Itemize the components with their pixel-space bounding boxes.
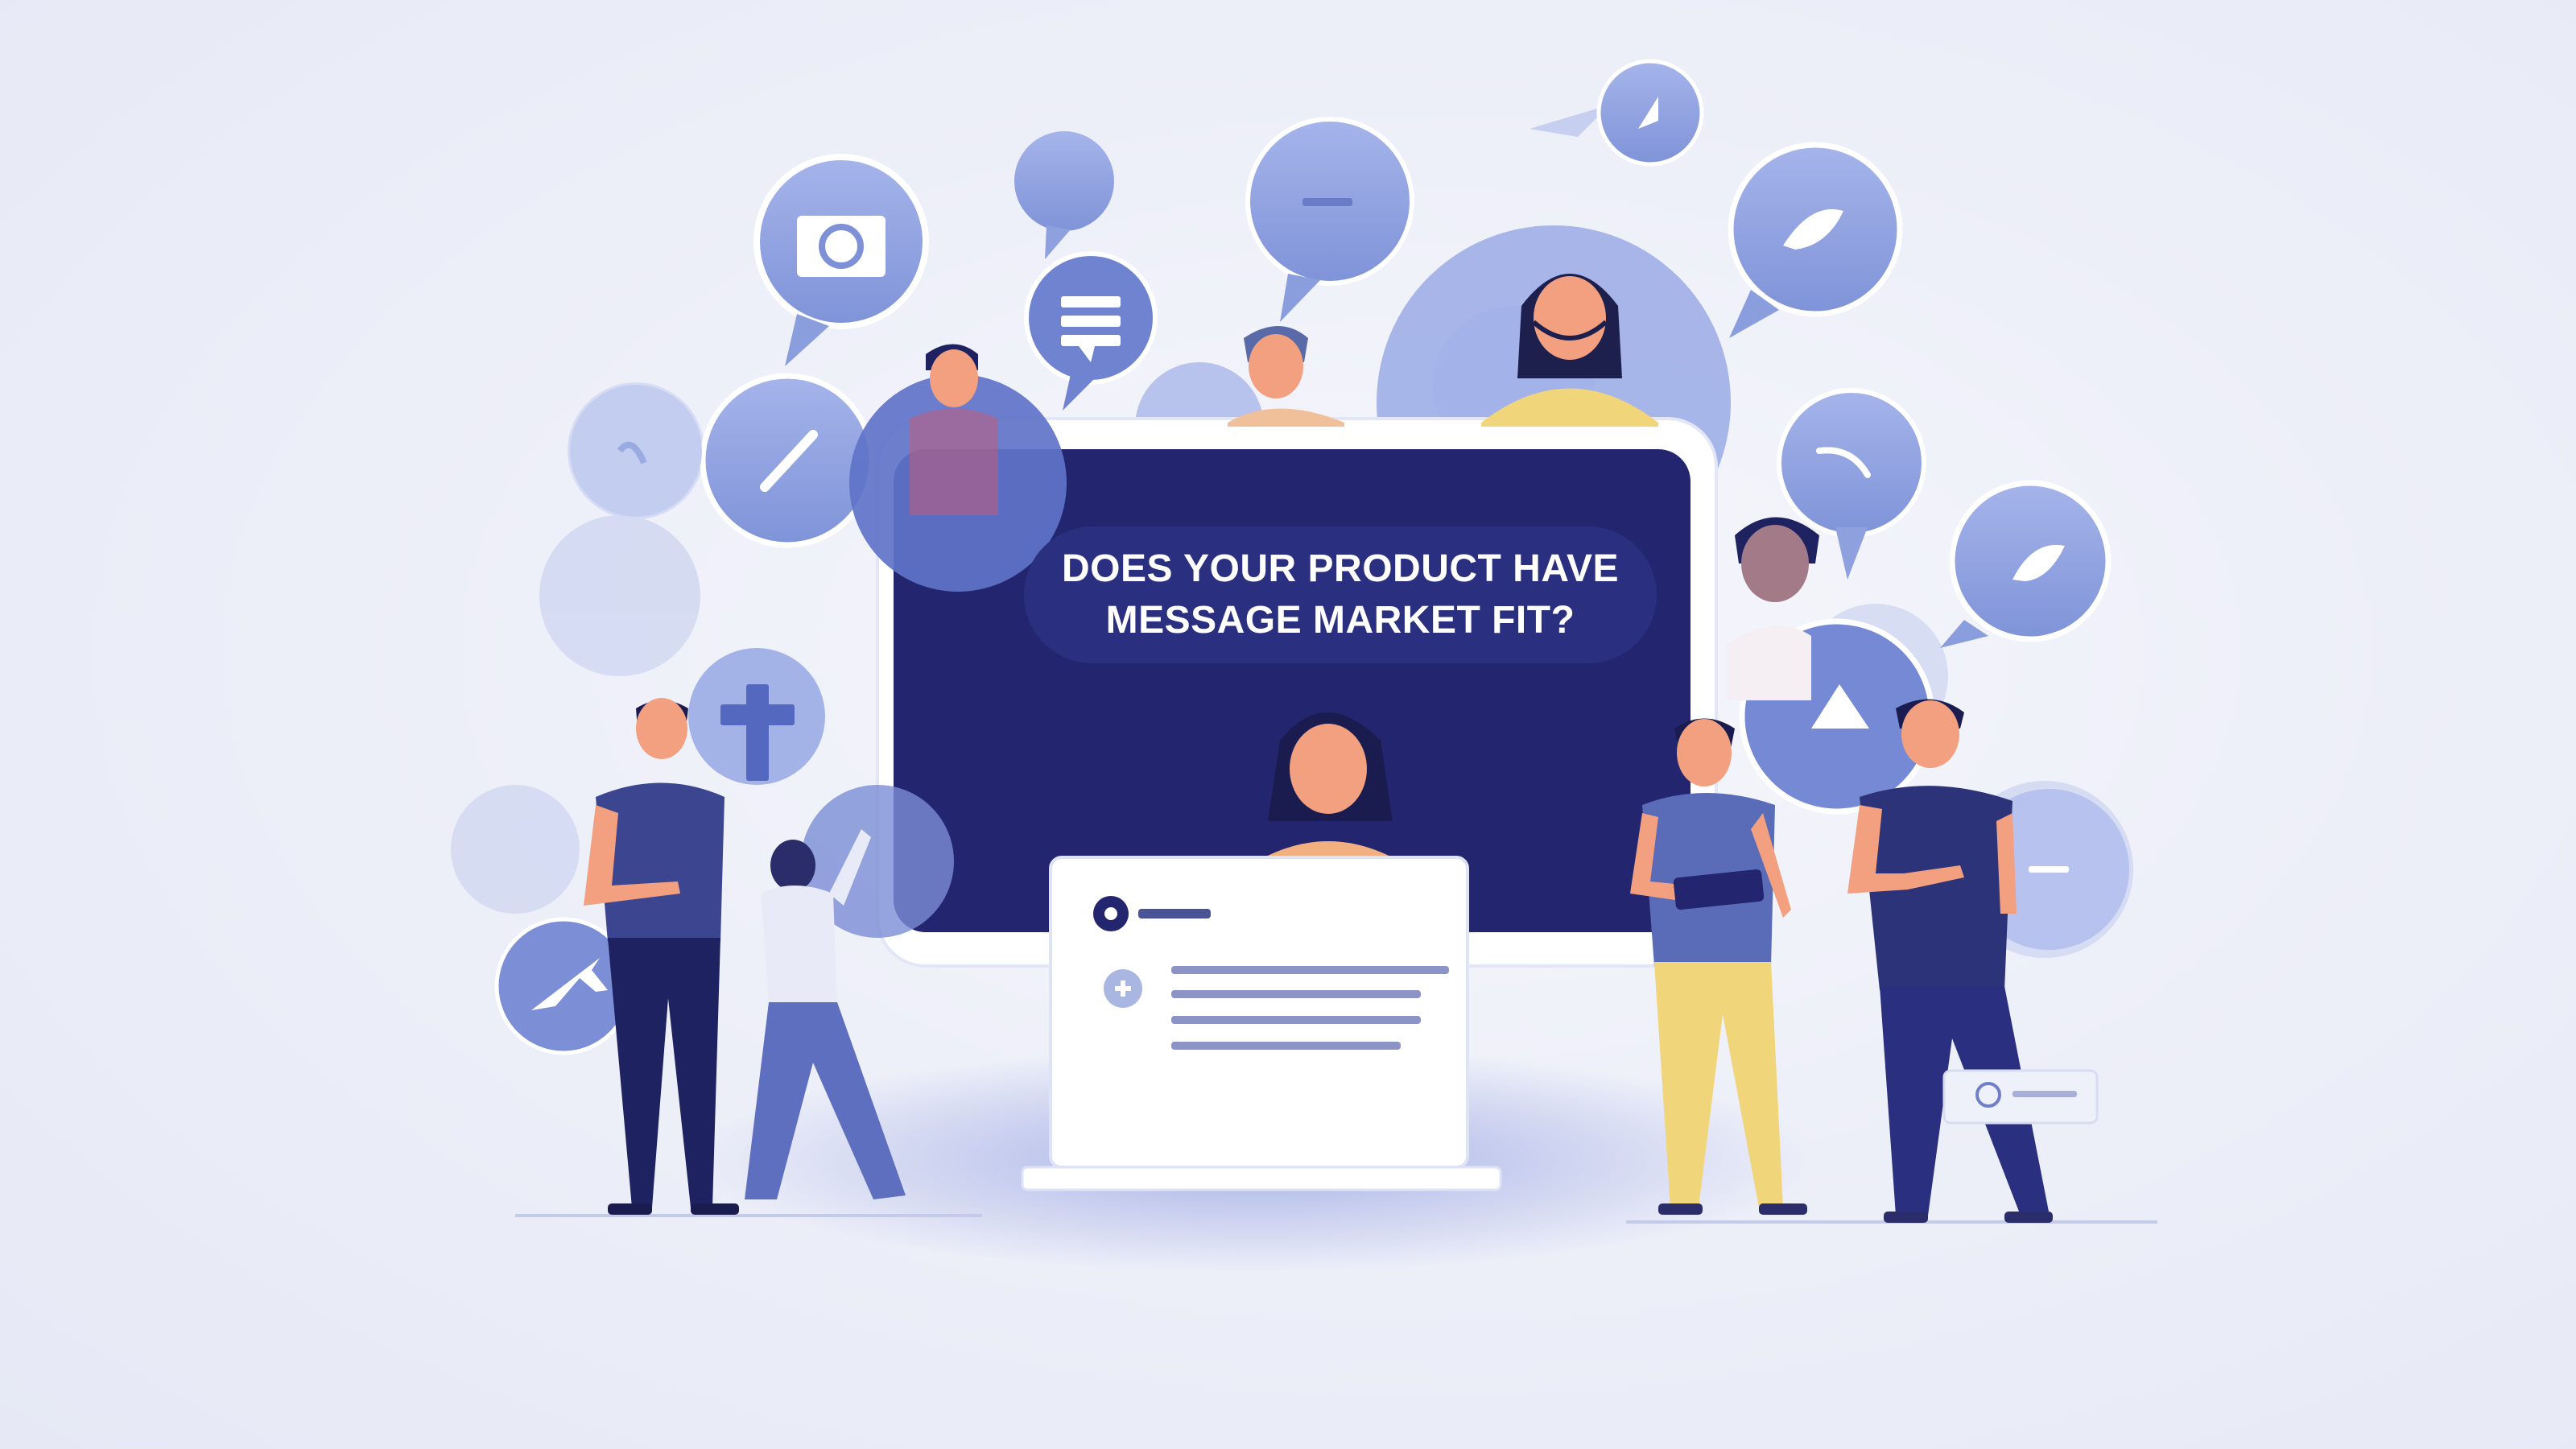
minus-icon [1302,198,1352,206]
laptop-base [1021,1166,1502,1191]
bubble-small-top [1014,131,1114,259]
bubble-leaf [1728,142,1903,338]
card-heading-placeholder [1138,909,1211,919]
person-top-left [849,344,1067,592]
bubble-minus [1245,117,1414,322]
bubble-pencil [700,373,875,548]
scene-svg [451,59,2157,1272]
bubble-left-faint [570,385,702,517]
person-right-peek [1727,517,1819,700]
small-card [1942,1069,2099,1125]
headline-line-1: DOES YOUR PRODUCT HAVE [1062,547,1619,590]
headline-pill: DOES YOUR PRODUCT HAVE MESSAGE MARKET FI… [1024,526,1657,663]
headline-line-2: MESSAGE MARKET FIT? [1105,599,1575,642]
bubble-camera [753,154,929,366]
bubble-compass [1596,59,1704,167]
laptop-card [1021,856,1502,1191]
camera-icon [797,216,886,277]
bubble-chat [1024,251,1158,411]
illustration-canvas: DOES YOUR PRODUCT HAVE MESSAGE MARKET FI… [0,0,2576,1449]
bubble-cross [688,648,825,785]
bubble-right-leaf [1940,480,2112,648]
